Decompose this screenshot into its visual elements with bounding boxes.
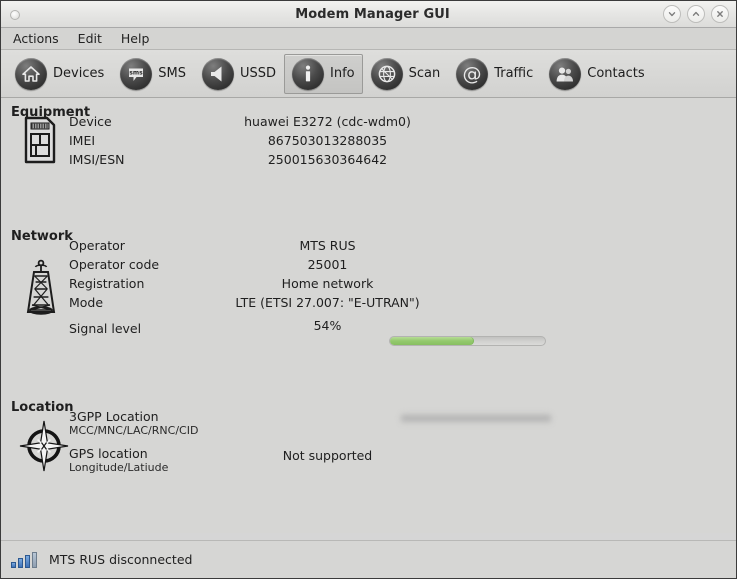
location-row-gps: GPS location Longitude/Latiude Not suppo… [69,446,726,479]
window-title: Modem Manager GUI [295,6,450,22]
network-row-registration: Registration Home network [69,276,726,295]
window-menu-icon[interactable] [10,10,20,20]
value-operator-code: 25001 [307,257,348,272]
equipment-row-device: Device huawei E3272 (cdc-wdm0) [69,114,726,133]
toolbar-label-contacts: Contacts [587,66,645,81]
close-button[interactable] [711,5,729,23]
signal-level-progressbar [389,336,546,346]
value-registration: Home network [281,276,374,291]
value-signal-percent: 54% [313,318,342,333]
network-row-signal-level: Signal level 54% [69,318,726,351]
value-gps-location: Not supported [282,448,373,463]
toolbar-label-ussd: USSD [239,66,276,81]
equipment-rows: Device huawei E3272 (cdc-wdm0) IMEI 8675… [69,114,726,171]
toolbar-label-info: Info [330,66,355,81]
sms-icon: sms [120,57,153,90]
value-imsi-esn: 250015630364642 [267,152,388,167]
status-text: MTS RUS disconnected [49,552,193,567]
main-window: Modem Manager GUI Actions Edit Help Devi… [0,0,737,579]
toolbar-button-info[interactable]: Info [284,53,363,94]
toolbar-button-sms[interactable]: sms SMS [112,54,194,94]
window-controls [663,5,729,23]
signal-bar-1 [11,561,16,568]
toolbar-label-traffic: Traffic [494,66,534,81]
location-rows: 3GPP Location MCC/MNC/LAC/RNC/CID GPS lo… [69,409,726,479]
value-operator: MTS RUS [299,238,356,253]
signal-bars-icon [11,551,37,568]
section-title-location: Location [11,400,74,415]
toolbar-label-devices: Devices [53,66,105,81]
toolbar-button-traffic[interactable]: @ Traffic [448,54,541,94]
maximize-button[interactable] [687,5,705,23]
toolbar-button-scan[interactable]: Scan [363,54,449,94]
toolbar-button-ussd[interactable]: USSD [194,54,284,94]
sublabel-3gpp-location: MCC/MNC/LAC/RNC/CID [69,424,199,437]
network-rows: Operator MTS RUS Operator code 25001 Reg… [69,238,726,351]
label-3gpp-location: 3GPP Location [69,409,159,424]
menu-bar: Actions Edit Help [1,28,736,50]
signal-bar-3 [25,554,30,568]
signal-bar-2 [18,557,23,568]
value-imei: 867503013288035 [267,133,388,148]
info-icon [292,57,324,90]
network-row-operator-code: Operator code 25001 [69,257,726,276]
toolbar-button-devices[interactable]: Devices [7,54,112,94]
equipment-row-imsi: IMSI/ESN 250015630364642 [69,152,726,171]
location-row-3gpp: 3GPP Location MCC/MNC/LAC/RNC/CID [69,409,726,442]
toolbar-label-scan: Scan [408,66,441,81]
3gpp-location-value-redacted [401,413,551,424]
minimize-button[interactable] [663,5,681,23]
network-row-operator: Operator MTS RUS [69,238,726,257]
info-panel: Equipment Device huawei E3272 (cdc-wdm0)… [1,98,736,533]
at-sign-icon: @ [456,57,489,90]
signal-bar-4 [32,551,37,568]
menu-edit[interactable]: Edit [74,29,110,48]
ussd-icon [201,57,234,90]
svg-text:sms: sms [130,69,144,76]
equipment-row-imei: IMEI 867503013288035 [69,133,726,152]
menu-actions[interactable]: Actions [9,29,67,48]
value-device: huawei E3272 (cdc-wdm0) [244,114,411,129]
toolbar-label-sms: SMS [158,66,186,81]
home-icon [15,57,47,90]
menu-help[interactable]: Help [117,29,158,48]
network-row-mode: Mode LTE (ETSI 27.007: "E-UTRAN") [69,295,726,314]
toolbar: Devices sms SMS USSD Info Scan @ Traffic… [1,50,736,98]
toolbar-button-contacts[interactable]: Contacts [541,54,652,94]
globe-icon [370,57,403,90]
status-bar: MTS RUS disconnected [1,540,736,578]
title-bar: Modem Manager GUI [1,1,736,28]
svg-text:@: @ [463,63,482,85]
contacts-icon [549,57,582,90]
signal-level-progress-fill [390,337,474,345]
value-mode: LTE (ETSI 27.007: "E-UTRAN") [235,295,420,310]
